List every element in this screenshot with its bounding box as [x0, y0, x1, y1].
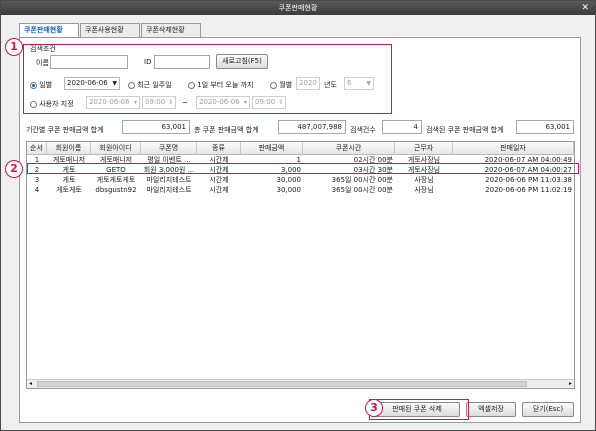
cell-seq: 4: [34, 186, 40, 194]
cell-coupon-time: 365일 00시간 00분: [331, 186, 393, 194]
annotation-badge-3: 3: [365, 399, 383, 417]
tab-coupon-sales[interactable]: 쿠폰판매현황: [19, 23, 79, 38]
sales-table[interactable]: 순서 회원이름 회원아이디 쿠폰명 종류 판매금액 쿠폰시간 근무자 판매일자 …: [26, 141, 575, 389]
col-header-coupon-name[interactable]: 쿠폰명: [141, 142, 197, 155]
cell-seq: 3: [34, 176, 40, 184]
col-header-amount[interactable]: 판매금액: [241, 142, 303, 155]
col-header-seq[interactable]: 순서: [27, 142, 47, 155]
coupon-sales-window: 쿠폰판매현황 ✕ 쿠폰판매현황 쿠폰사용현황 쿠폰삭제현황 검색조건 이름 ID…: [0, 0, 596, 431]
scroll-left-icon[interactable]: ◂: [29, 380, 32, 387]
close-button[interactable]: 닫기(Esc): [522, 402, 574, 417]
annotation-box-search: [23, 44, 392, 114]
annotation-badge-1: 1: [5, 38, 23, 56]
annotation-box-row: [27, 163, 579, 174]
excel-save-button[interactable]: 엑셀저장: [466, 402, 516, 417]
tab-coupon-usage[interactable]: 쿠폰사용현황: [80, 23, 140, 37]
cell-member-name: 게토: [62, 176, 76, 184]
window-title: 쿠폰판매현황: [278, 4, 318, 12]
cell-member-id: 게토게토게토: [96, 176, 136, 184]
cell-member-name: 게토게토: [56, 186, 82, 194]
cell-type: 시간제: [209, 176, 229, 184]
close-icon[interactable]: ✕: [581, 1, 589, 15]
scrollbar-thumb[interactable]: [37, 381, 527, 387]
cell-sale-date: 2020-06-06 PM 11:03:38: [485, 176, 572, 184]
cell-type: 시간제: [209, 186, 229, 194]
col-header-staff[interactable]: 근무자: [395, 142, 453, 155]
col-header-member-name[interactable]: 회원이름: [47, 142, 91, 155]
cell-amount: 30,000: [276, 186, 302, 194]
cell-coupon-name: 마일리지테스트: [146, 176, 192, 184]
horizontal-scrollbar[interactable]: ◂ ▸: [27, 379, 574, 388]
col-header-member-id[interactable]: 회원아이디: [91, 142, 141, 155]
count-value: 4: [382, 120, 422, 134]
col-header-coupon-time[interactable]: 쿠폰시간: [303, 142, 395, 155]
cell-coupon-time: 365일 00시간 00분: [331, 176, 393, 184]
annotation-badge-2: 2: [5, 160, 23, 178]
scroll-right-icon[interactable]: ▸: [569, 380, 572, 387]
cell-staff: 사장님: [414, 176, 434, 184]
found-total-value: 63,001: [516, 120, 574, 134]
table-row[interactable]: 3 게토 게토게토게토 마일리지테스트 시간제 30,000 365일 00시간…: [27, 175, 574, 185]
all-total-value: 487,007,988: [278, 120, 346, 134]
cell-staff: 사장님: [414, 186, 434, 194]
cell-sale-date: 2020-06-06 PM 11:02:19: [485, 186, 572, 194]
title-bar: 쿠폰판매현황 ✕: [1, 1, 595, 15]
table-row[interactable]: 4 게토게토 dbsgustn92 마일리지테스트 시간제 30,000 365…: [27, 185, 574, 195]
found-total-label: 검색된 쿠폰 판매금액 합계: [426, 126, 504, 134]
col-header-sale-date[interactable]: 판매일자: [453, 142, 574, 155]
tab-coupon-deleted[interactable]: 쿠폰삭제현황: [141, 23, 201, 37]
cell-coupon-name: 마일리지테스트: [146, 186, 192, 194]
cell-amount: 30,000: [276, 176, 302, 184]
all-total-label: 총 쿠폰 판매금액 합계: [194, 126, 259, 134]
period-total-label: 기간별 쿠폰 판매금액 합계: [26, 126, 104, 134]
period-total-value: 63,001: [122, 120, 190, 134]
count-label: 검색건수: [350, 126, 376, 134]
col-header-type[interactable]: 종류: [197, 142, 241, 155]
cell-member-id: dbsgustn92: [95, 186, 137, 194]
annotation-box-delete: [369, 399, 469, 420]
